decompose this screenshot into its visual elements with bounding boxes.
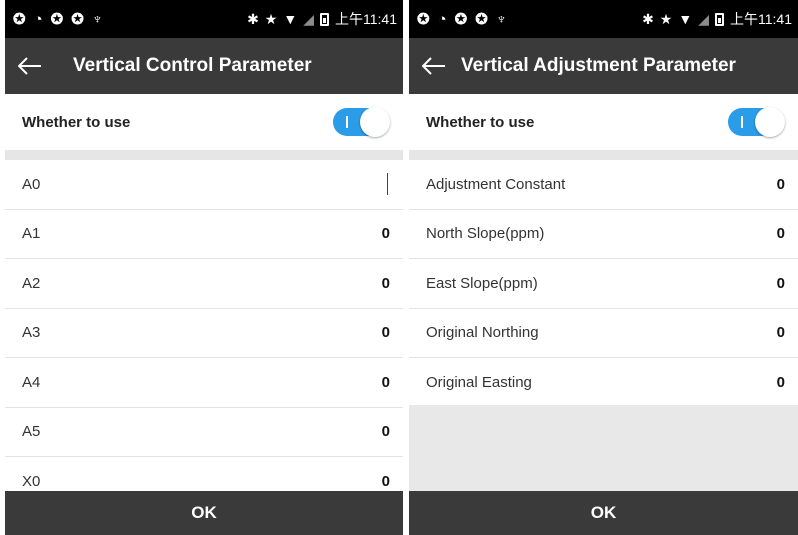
sync-icon: ✪ <box>50 11 64 28</box>
param-row-a1[interactable]: A1 0 <box>5 210 403 259</box>
param-row-original-easting[interactable]: Original Easting 0 <box>409 358 798 408</box>
whether-to-use-label: Whether to use <box>22 113 131 131</box>
empty-area <box>409 405 798 491</box>
param-value: 0 <box>776 374 785 392</box>
left-screen: ✪ ◔ ✪ ✪ ♆ ✱ ★ ▼ ◢ 上午11:41 Vertical Contr… <box>5 0 403 535</box>
param-row-x0[interactable]: X0 0 <box>5 457 403 487</box>
toggle-on-mark <box>741 116 743 128</box>
ok-button[interactable]: OK <box>409 491 798 535</box>
status-time: 上午11:41 <box>730 11 792 27</box>
right-screen: ✪ ◔ ✪ ✪ ♆ ✱ ★ ▼ ◢ 上午11:41 Vertical Adjus… <box>409 0 798 535</box>
param-row-adjustment-constant[interactable]: Adjustment Constant 0 <box>409 160 798 210</box>
toggle-knob <box>360 107 390 137</box>
param-label: A1 <box>22 225 41 243</box>
whether-to-use-toggle[interactable] <box>333 107 390 137</box>
param-value: 0 <box>381 324 390 342</box>
bluetooth-icon: ✱ <box>247 10 259 27</box>
whether-to-use-row: Whether to use <box>5 94 403 150</box>
param-value: 0 <box>381 274 390 292</box>
whether-to-use-toggle[interactable] <box>728 107 785 137</box>
param-row-east-slope[interactable]: East Slope(ppm) 0 <box>409 259 798 309</box>
param-label: A0 <box>22 175 41 193</box>
signal-icon: ◢ <box>303 10 314 27</box>
param-label: Adjustment Constant <box>426 175 566 193</box>
param-label: X0 <box>22 472 41 487</box>
page-title: Vertical Control Parameter <box>73 55 312 76</box>
section-divider <box>409 150 798 160</box>
toggle-on-mark <box>346 116 348 128</box>
param-label: A2 <box>22 274 41 292</box>
bluetooth-icon: ✱ <box>642 10 654 27</box>
star-icon: ★ <box>264 10 278 27</box>
battery-icon <box>715 12 724 26</box>
param-label: East Slope(ppm) <box>426 274 538 292</box>
alarm-icon: ◔ <box>33 10 43 28</box>
param-label: Original Easting <box>426 374 532 392</box>
param-label: A5 <box>22 423 41 441</box>
param-row-a4[interactable]: A4 0 <box>5 358 403 408</box>
param-value: 0 <box>776 175 785 193</box>
page-title: Vertical Adjustment Parameter <box>461 55 736 76</box>
usb-icon: ♆ <box>495 10 508 28</box>
param-value: 0 <box>776 225 785 243</box>
param-value: 0 <box>381 472 390 487</box>
param-value: 0 <box>381 373 390 391</box>
param-label: Original Northing <box>426 324 539 342</box>
param-row-original-northing[interactable]: Original Northing 0 <box>409 309 798 358</box>
back-arrow-icon[interactable] <box>409 38 459 94</box>
app-bar: Vertical Adjustment Parameter <box>409 38 798 94</box>
param-row-a2[interactable]: A2 0 <box>5 259 403 309</box>
status-time: 上午11:41 <box>335 11 397 27</box>
whether-to-use-label: Whether to use <box>426 113 535 131</box>
param-value: 0 <box>381 423 390 441</box>
usb-icon: ♆ <box>91 10 104 28</box>
ok-button[interactable]: OK <box>5 491 403 535</box>
param-label: A4 <box>22 373 41 391</box>
wifi-icon: ▼ <box>678 11 693 27</box>
sync-icon: ✪ <box>417 11 430 28</box>
param-value: 0 <box>776 274 785 292</box>
status-bar: ✪ ◔ ✪ ✪ ♆ ✱ ★ ▼ ◢ 上午11:41 <box>5 0 403 38</box>
param-value: 0 <box>381 225 390 243</box>
battery-icon <box>320 12 329 26</box>
toggle-knob <box>755 107 785 137</box>
sync-icon: ✪ <box>71 11 84 28</box>
wifi-icon: ▼ <box>283 11 298 27</box>
app-bar: Vertical Control Parameter <box>5 38 403 94</box>
text-cursor <box>387 173 388 196</box>
param-label: North Slope(ppm) <box>426 225 545 243</box>
sync-icon: ✪ <box>454 11 468 28</box>
signal-icon: ◢ <box>698 10 709 27</box>
star-icon: ★ <box>659 10 673 27</box>
section-divider <box>5 150 403 160</box>
param-row-a0[interactable]: A0 <box>5 160 403 210</box>
back-arrow-icon[interactable] <box>5 38 55 94</box>
sync-icon: ✪ <box>475 11 488 28</box>
sync-icon: ✪ <box>13 11 26 28</box>
param-value: 0 <box>776 324 785 342</box>
param-row-north-slope[interactable]: North Slope(ppm) 0 <box>409 210 798 259</box>
alarm-icon: ◔ <box>437 10 447 28</box>
param-row-a3[interactable]: A3 0 <box>5 309 403 358</box>
whether-to-use-row: Whether to use <box>409 94 798 150</box>
param-label: A3 <box>22 324 41 342</box>
param-row-a5[interactable]: A5 0 <box>5 408 403 457</box>
status-bar: ✪ ◔ ✪ ✪ ♆ ✱ ★ ▼ ◢ 上午11:41 <box>409 0 798 38</box>
